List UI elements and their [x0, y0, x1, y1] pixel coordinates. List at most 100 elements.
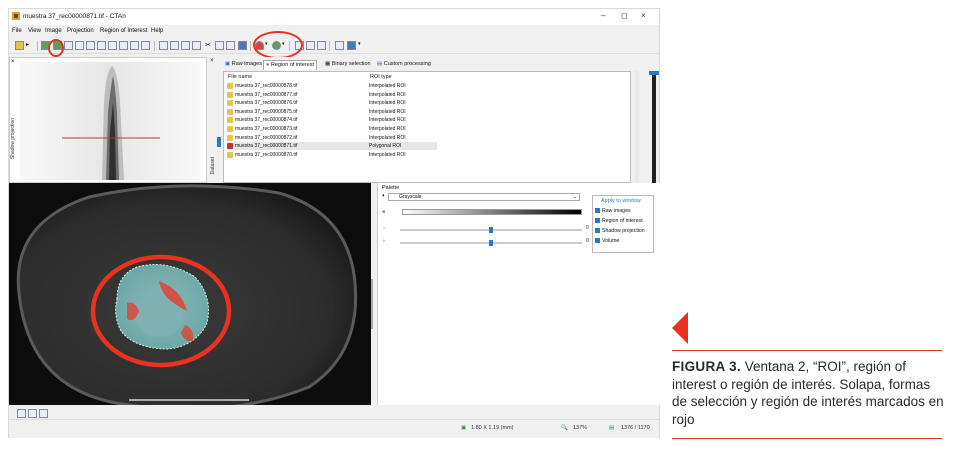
- close-button[interactable]: ×: [641, 11, 646, 20]
- list-item[interactable]: muestra 37_rec00000870.tif Interpolated R…: [227, 151, 437, 159]
- slice-slider[interactable]: [649, 71, 659, 183]
- roi-type-cell: Interpolated ROI: [369, 126, 406, 132]
- close-icon[interactable]: ×: [210, 58, 214, 64]
- settings-icon[interactable]: [141, 41, 150, 50]
- checkbox-region-of-interest[interactable]: Region of interest: [595, 218, 643, 224]
- list-item[interactable]: muestra 37_rec00000876.tif Interpolated R…: [227, 99, 437, 107]
- horizontal-scrollbar[interactable]: [129, 399, 249, 401]
- list-scrollbar[interactable]: [635, 71, 639, 183]
- ct-slice-image: [9, 183, 371, 405]
- binary-icon[interactable]: [64, 41, 73, 50]
- tab-raw-images[interactable]: ▣ Raw images: [223, 60, 264, 70]
- maximize-button[interactable]: ◻: [621, 11, 628, 20]
- tab-region-of-interest[interactable]: ● Region of interest: [263, 60, 317, 70]
- caption-arrow: [672, 312, 688, 344]
- interpolated-roi-icon: [227, 151, 233, 158]
- checkbox-volume[interactable]: Volume: [595, 238, 619, 244]
- palette-selected-value: Grayscale: [399, 194, 422, 200]
- cut-icon[interactable]: ✂: [205, 41, 214, 50]
- palette-header: Palette: [382, 185, 400, 191]
- render-icon[interactable]: [86, 41, 95, 50]
- delete-icon[interactable]: [215, 41, 224, 50]
- menu-help[interactable]: Help: [151, 28, 163, 34]
- view-single-icon[interactable]: [17, 409, 26, 418]
- arrow-icon[interactable]: ▸: [26, 41, 35, 50]
- view-split-icon[interactable]: [28, 409, 37, 418]
- list-item[interactable]: muestra 37_rec00000878.tif Interpolated R…: [227, 82, 437, 90]
- menu-view[interactable]: View: [28, 28, 41, 34]
- dataset-handle[interactable]: [217, 137, 221, 147]
- list-item[interactable]: muestra 37_rec00000872.tif Interpolated R…: [227, 134, 437, 142]
- splitter-handle[interactable]: [371, 279, 373, 329]
- tab-binary-selection[interactable]: ▦ Binary selection: [323, 60, 373, 70]
- fit-icon[interactable]: [170, 41, 179, 50]
- roi-type-cell: Interpolated ROI: [369, 151, 406, 158]
- column-file-name[interactable]: File name: [228, 74, 252, 80]
- app-icon: [12, 12, 20, 20]
- palette-select[interactable]: Grayscale ⌄: [388, 193, 580, 201]
- column-roi-type[interactable]: ROI type: [370, 74, 392, 80]
- caption-rule-bottom: [672, 438, 942, 439]
- contrast-slider[interactable]: [400, 240, 582, 246]
- roi-type-cell: Interpolated ROI: [369, 83, 406, 89]
- copy-icon[interactable]: [181, 41, 190, 50]
- contrast-slider-thumb[interactable]: [489, 240, 493, 246]
- tool-d-icon[interactable]: [335, 41, 344, 50]
- menu-image[interactable]: Image: [45, 28, 62, 34]
- chevron-down-icon[interactable]: ▾: [358, 41, 367, 50]
- roi-type-cell: Interpolated ROI: [369, 108, 406, 115]
- tool-c-icon[interactable]: [317, 41, 326, 50]
- interpolated-roi-icon: [227, 91, 233, 98]
- roi-type-cell: Interpolated ROI: [369, 134, 406, 141]
- zoom-icon[interactable]: [159, 41, 168, 50]
- refresh-icon[interactable]: [130, 41, 139, 50]
- list-item[interactable]: muestra 37_rec00000874.tif Interpolated R…: [227, 116, 437, 124]
- brightness-slider[interactable]: [400, 227, 582, 233]
- title-bar: muestra 37_rec00000871.tif - CTAn – ◻ ×: [9, 9, 659, 25]
- list-item[interactable]: muestra 37_rec00000877.tif Interpolated R…: [227, 91, 437, 99]
- save-icon[interactable]: [97, 41, 106, 50]
- shadow-projection-label: Shadow projection: [10, 118, 16, 160]
- menu-region-of-interest[interactable]: Region of Interest: [100, 28, 147, 34]
- minimize-button[interactable]: –: [601, 11, 605, 20]
- menu-file[interactable]: File: [12, 28, 22, 34]
- checkbox-raw-images[interactable]: Raw images: [595, 208, 631, 214]
- shadow-projection-image: [20, 62, 200, 180]
- chart-icon[interactable]: [108, 41, 117, 50]
- tool-b-icon[interactable]: [306, 41, 315, 50]
- zoom-icon: 🔍: [561, 425, 568, 431]
- menu-projection[interactable]: Projection: [67, 28, 94, 34]
- caption-label: FIGURA 3.: [672, 359, 741, 374]
- chevron-down-icon: ⌄: [572, 194, 577, 200]
- frame-icon: ▤: [609, 425, 615, 431]
- interpolated-roi-icon: [227, 134, 233, 141]
- file-name-cell: muestra 37_rec00000877.tif: [235, 91, 298, 98]
- application-window: muestra 37_rec00000871.tif - CTAn – ◻ × …: [8, 8, 660, 438]
- brightness-slider-thumb[interactable]: [489, 227, 493, 233]
- caption-rule-top: [672, 350, 942, 351]
- tool-e-icon[interactable]: [347, 41, 356, 50]
- view-grid-icon[interactable]: [39, 409, 48, 418]
- slice-slider-thumb[interactable]: [649, 71, 659, 75]
- status-size: 1.80 X 1.19 (mm): [471, 425, 514, 431]
- contrast-value: 0: [586, 238, 589, 244]
- open-icon[interactable]: [15, 41, 24, 50]
- close-icon[interactable]: ×: [11, 59, 15, 65]
- tab-custom-processing[interactable]: ▤ Custom processing: [375, 60, 433, 70]
- file-name-cell: muestra 37_rec00000874.tif: [235, 117, 298, 124]
- process-icon[interactable]: [75, 41, 84, 50]
- dataset-panel: × Dataset ▣ Raw images ● Region of inter…: [209, 57, 659, 183]
- checkbox-shadow-projection[interactable]: Shadow projection: [595, 228, 645, 234]
- paste-icon[interactable]: [192, 41, 201, 50]
- duplicate-icon[interactable]: [226, 41, 235, 50]
- file-name-cell: muestra 37_rec00000873.tif: [235, 126, 298, 132]
- list-item[interactable]: muestra 37_rec00000871.tif Polygonal ROI: [227, 142, 437, 151]
- list-item[interactable]: muestra 37_rec00000875.tif Interpolated R…: [227, 108, 437, 116]
- interpolate-icon[interactable]: [238, 41, 247, 50]
- status-frame: 1376 / 1170: [621, 425, 650, 431]
- ct-slice-view[interactable]: [9, 183, 371, 405]
- interpolated-roi-icon: [227, 83, 233, 89]
- grid-icon[interactable]: [119, 41, 128, 50]
- list-item[interactable]: muestra 37_rec00000873.tif Interpolated R…: [227, 125, 437, 133]
- apply-to-window-title: Apply to window: [601, 198, 641, 204]
